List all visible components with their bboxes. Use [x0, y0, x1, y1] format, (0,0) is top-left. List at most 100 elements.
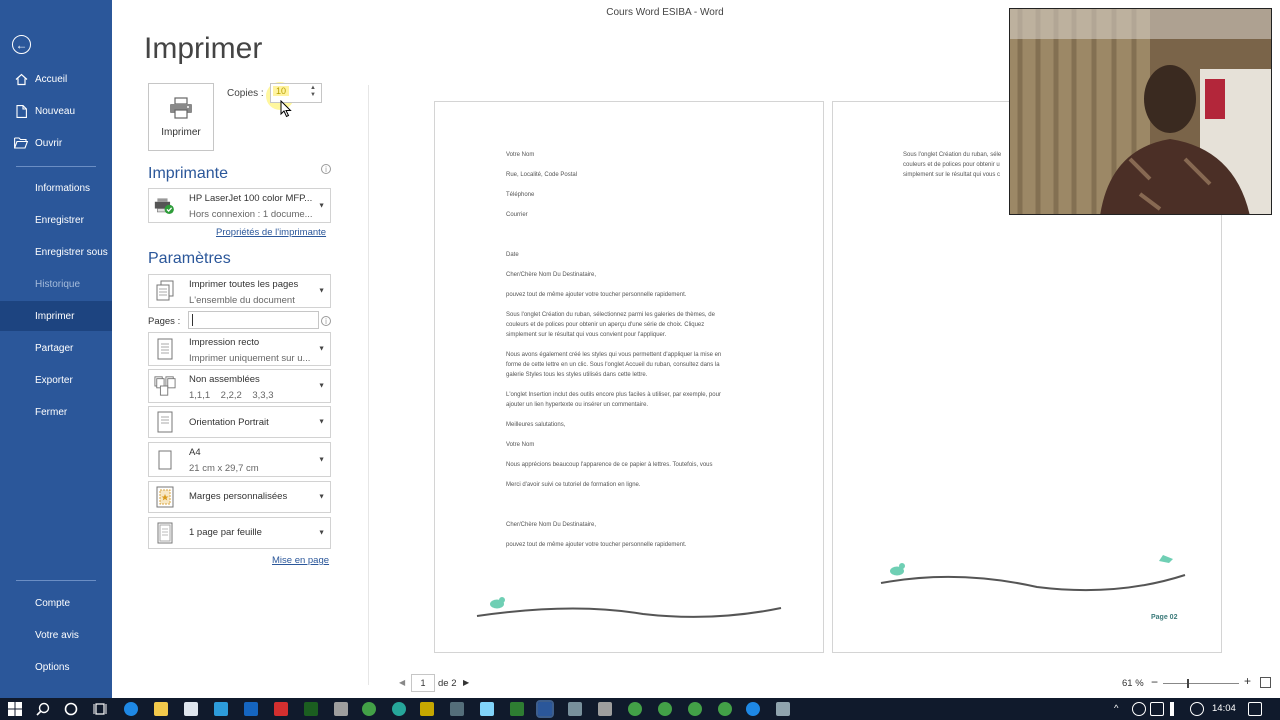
- app-icon[interactable]: [510, 702, 524, 716]
- printer-status: Hors connexion : 1 docume...: [189, 209, 313, 220]
- pages-input[interactable]: [188, 311, 319, 329]
- collation-select[interactable]: Non assemblées 1,1,1 2,2,2 3,3,3 ▼: [148, 369, 331, 403]
- app-icon[interactable]: [688, 702, 702, 716]
- setting-line2: 1,1,1 2,2,2 3,3,3: [189, 390, 274, 401]
- setting-line1: 1 page par feuille: [189, 527, 262, 538]
- sides-select[interactable]: Impression recto Imprimer uniquement sur…: [148, 332, 331, 366]
- margins-select[interactable]: Marges personnalisées ▼: [148, 481, 331, 513]
- orientation-select[interactable]: Orientation Portrait ▼: [148, 406, 331, 438]
- back-arrow-icon[interactable]: ←: [12, 35, 31, 54]
- previous-page-icon[interactable]: ◀: [399, 678, 405, 687]
- search-icon[interactable]: [36, 702, 50, 716]
- zoom-out-icon[interactable]: −: [1151, 675, 1158, 689]
- app-icon[interactable]: [568, 702, 582, 716]
- sidebar-item-imprimer[interactable]: Imprimer: [0, 301, 112, 331]
- sidebar-item-compte[interactable]: Compte: [0, 588, 112, 618]
- printer-properties-link[interactable]: Propriétés de l'imprimante: [216, 227, 326, 238]
- network-icon[interactable]: [1132, 702, 1146, 716]
- notifications-icon[interactable]: [1248, 702, 1262, 716]
- copies-value[interactable]: 10: [273, 86, 290, 96]
- task-view-icon[interactable]: [93, 702, 107, 716]
- folder-open-icon: [14, 136, 28, 150]
- zoom-in-icon[interactable]: +: [1244, 674, 1251, 688]
- chevron-up-icon[interactable]: ^: [1114, 703, 1118, 714]
- cortana-icon[interactable]: [64, 702, 78, 716]
- sidebar-item-votre-avis[interactable]: Votre avis: [0, 620, 112, 650]
- print-button[interactable]: Imprimer: [148, 83, 214, 151]
- battery-icon[interactable]: [1150, 702, 1164, 716]
- excel-icon[interactable]: [304, 702, 318, 716]
- sidebar-item-options[interactable]: Options: [0, 652, 112, 682]
- sidebar-item-nouveau[interactable]: Nouveau: [0, 96, 112, 126]
- sidebar-divider: [16, 580, 96, 581]
- edge-new-icon[interactable]: [392, 702, 406, 716]
- zoom-level[interactable]: 61 %: [1122, 678, 1144, 689]
- zoom-app-icon[interactable]: [746, 702, 760, 716]
- chevron-down-icon: ▼: [318, 418, 325, 426]
- dropbox-icon[interactable]: [1190, 702, 1204, 716]
- info-icon[interactable]: i: [321, 316, 331, 326]
- file-explorer-icon[interactable]: [154, 702, 168, 716]
- zoom-slider[interactable]: [1163, 683, 1239, 684]
- app-icon[interactable]: [776, 702, 790, 716]
- next-page-icon[interactable]: ▶: [463, 678, 469, 687]
- paper-size-select[interactable]: A4 21 cm x 29,7 cm ▼: [148, 442, 331, 477]
- page1-text-line: Cher/Chère Nom Du Destinataire,: [506, 522, 597, 528]
- page1-text-line: pouvez tout de même ajouter votre touche…: [506, 292, 687, 298]
- sidebar-item-enregistrer-sous[interactable]: Enregistrer sous: [0, 237, 112, 267]
- setting-line1: Impression recto: [189, 337, 260, 348]
- windows-start-icon[interactable]: [8, 702, 22, 716]
- edge-icon[interactable]: [124, 702, 138, 716]
- page1-text-line: Nous avons également créé les styles qui…: [506, 352, 722, 358]
- sidebar-item-accueil[interactable]: Accueil: [0, 64, 112, 94]
- info-icon[interactable]: i: [321, 164, 331, 174]
- sidebar-item-informations[interactable]: Informations: [0, 173, 112, 203]
- app-m-icon[interactable]: [244, 702, 258, 716]
- sidebar-item-exporter[interactable]: Exporter: [0, 365, 112, 395]
- sidebar-item-label: Ouvrir: [35, 137, 63, 149]
- page1-text-line: ajouter un lien hypertexte ou insérer un…: [506, 402, 649, 408]
- sidebar-item-label: Informations: [35, 182, 91, 194]
- page1-text-line: Cher/Chère Nom Du Destinataire,: [506, 272, 597, 278]
- page1-text-line: couleurs et de polices pour obtenir un a…: [506, 322, 705, 328]
- rci-icon[interactable]: [420, 702, 434, 716]
- panel-divider: [368, 85, 369, 685]
- app-icon[interactable]: [628, 702, 642, 716]
- pages-per-sheet-select[interactable]: 1 page par feuille ▼: [148, 517, 331, 549]
- zoom-to-page-icon[interactable]: [1260, 677, 1271, 688]
- clock[interactable]: 14:04: [1212, 703, 1236, 714]
- page1-text-line: Votre Nom: [506, 442, 535, 448]
- app-icon[interactable]: [450, 702, 464, 716]
- webcam-overlay: [1009, 8, 1272, 215]
- page1-text-line: galerie Styles tous les styles utilisés …: [506, 372, 648, 378]
- mail-icon[interactable]: [214, 702, 228, 716]
- app-icon[interactable]: [598, 702, 612, 716]
- current-page-input[interactable]: 1: [411, 674, 435, 692]
- bird-branch-decoration: [476, 597, 782, 618]
- volume-icon[interactable]: [1170, 702, 1184, 716]
- chrome-icon[interactable]: [362, 702, 376, 716]
- app-icon[interactable]: [658, 702, 672, 716]
- app-icon[interactable]: [480, 702, 494, 716]
- sidebar-item-label: Enregistrer sous: [35, 246, 108, 258]
- sidebar-item-label: Imprimer: [35, 310, 75, 322]
- sidebar-item-partager[interactable]: Partager: [0, 333, 112, 363]
- page1-text-line: Merci d'avoir suivi ce tutoriel de forma…: [506, 482, 641, 488]
- setting-line1: Imprimer toutes les pages: [189, 279, 299, 290]
- sidebar-item-label: Votre avis: [35, 629, 79, 641]
- home-icon: [14, 72, 28, 86]
- sidebar-item-enregistrer[interactable]: Enregistrer: [0, 205, 112, 235]
- window-title: Cours Word ESIBA - Word: [606, 7, 724, 18]
- print-range-select[interactable]: Imprimer toutes les pages L'ensemble du …: [148, 274, 331, 308]
- word-icon[interactable]: [536, 700, 554, 718]
- app-icon[interactable]: [718, 702, 732, 716]
- sidebar-item-fermer[interactable]: Fermer: [0, 397, 112, 427]
- sidebar-item-ouvrir[interactable]: Ouvrir: [0, 128, 112, 158]
- printer-select[interactable]: HP LaserJet 100 color MFP... Hors connex…: [148, 188, 331, 223]
- store-icon[interactable]: [184, 702, 198, 716]
- copies-spin-icon[interactable]: ▲ ▼: [310, 85, 316, 99]
- zoom-slider-thumb[interactable]: [1187, 679, 1189, 688]
- app-doc-icon[interactable]: [334, 702, 348, 716]
- pdf-reader-icon[interactable]: [274, 702, 288, 716]
- page-setup-link[interactable]: Mise en page: [272, 555, 329, 566]
